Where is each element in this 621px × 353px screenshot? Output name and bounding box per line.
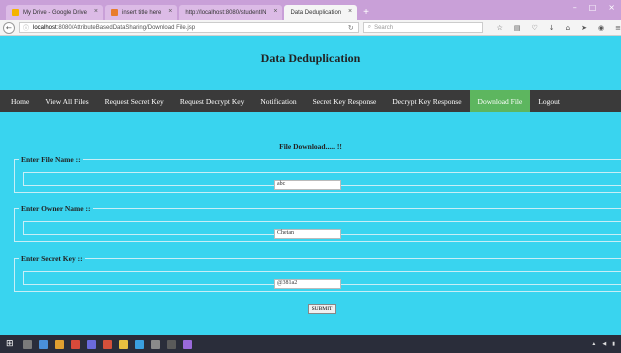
browser-tab[interactable]: insert title here ×	[105, 5, 178, 20]
menu-item-notification[interactable]: Notification	[252, 90, 304, 112]
clock[interactable]: ▮	[612, 341, 615, 347]
close-tab-icon[interactable]: ×	[273, 8, 277, 15]
folder-icon[interactable]	[54, 339, 64, 349]
toolbar-icons: ☆ ▤ ♡ ↓ ⌂ ➤ ◉ ≡	[497, 24, 621, 32]
browser-nav-bar: ← ⓘ localhost :8080/AttributeBasedDataSh…	[0, 20, 621, 36]
menu-item-request-decrypt-key[interactable]: Request Decrypt Key	[172, 90, 253, 112]
menu-item-download-file[interactable]: Download File	[469, 90, 531, 112]
url-path: :8080/AttributeBasedDataSharing/Download…	[56, 24, 196, 31]
window-controls: – □ ×	[573, 3, 615, 12]
pocket-icon[interactable]: ♡	[532, 24, 538, 32]
close-tab-icon[interactable]: ×	[168, 8, 172, 15]
owner-name-fieldset: Enter Owner Name :: Chetan	[14, 204, 621, 242]
volume-icon[interactable]: ◀	[602, 341, 606, 347]
file-name-fieldset: Enter File Name :: abc	[14, 155, 621, 193]
reload-icon[interactable]: ↻	[348, 24, 354, 32]
minimize-icon[interactable]: –	[573, 3, 577, 12]
tab-label: http://localhost:8080/studentIN	[185, 9, 267, 16]
menu-item-decrypt-key-response[interactable]: Decrypt Key Response	[384, 90, 469, 112]
secret-key-legend: Enter Secret Key ::	[21, 254, 83, 263]
close-tab-icon[interactable]: ×	[348, 8, 352, 15]
app-icon[interactable]	[102, 339, 112, 349]
owner-name-input[interactable]: Chetan	[274, 229, 341, 239]
reading-list-icon[interactable]: ▤	[514, 24, 521, 32]
send-icon[interactable]: ➤	[581, 24, 587, 32]
browser-tab-active[interactable]: Data Deduplication ×	[284, 5, 358, 20]
file-name-input[interactable]: abc	[274, 180, 341, 190]
app-icon[interactable]	[150, 339, 160, 349]
submit-button[interactable]: SUBMIT	[308, 304, 336, 314]
main-menu: Home View All Files Request Secret Key R…	[0, 90, 621, 112]
app-icon[interactable]	[182, 339, 192, 349]
browser-tab[interactable]: My Drive - Google Drive ×	[6, 5, 104, 20]
maximize-icon[interactable]: □	[589, 3, 597, 12]
info-icon[interactable]: ⓘ	[23, 23, 29, 32]
page-icon	[111, 9, 119, 16]
app-icon[interactable]	[134, 339, 144, 349]
menu-item-secret-key-response[interactable]: Secret Key Response	[305, 90, 385, 112]
taskbar: ⊞ ▲ ◀ ▮	[0, 335, 621, 353]
new-tab-icon[interactable]: +	[363, 7, 369, 18]
menu-item-logout[interactable]: Logout	[530, 90, 568, 112]
page-content: Data Deduplication Home View All Files R…	[0, 37, 621, 335]
tab-label: My Drive - Google Drive	[23, 9, 88, 16]
tab-label: insert title here	[122, 9, 162, 16]
owner-name-legend: Enter Owner Name ::	[21, 204, 91, 213]
download-icon[interactable]: ↓	[549, 24, 555, 32]
extension-icon[interactable]: ◉	[598, 24, 604, 32]
secret-key-input[interactable]: @381a2	[274, 279, 341, 289]
search-icon: ⌕	[367, 24, 372, 30]
browser-tab[interactable]: http://localhost:8080/studentIN ×	[179, 5, 283, 20]
section-heading: File Download..... !!	[279, 142, 342, 151]
search-input[interactable]: ⌕ Search	[362, 22, 483, 33]
menu-item-view-all-files[interactable]: View All Files	[37, 90, 96, 112]
app-icon[interactable]	[118, 339, 128, 349]
secret-key-fieldset: Enter Secret Key :: @381a2	[14, 254, 621, 292]
search-icon[interactable]	[22, 339, 32, 349]
app-icon[interactable]	[86, 339, 96, 349]
search-placeholder: Search	[374, 24, 394, 31]
system-tray: ▲ ◀ ▮	[591, 341, 615, 347]
menu-item-home[interactable]: Home	[3, 90, 37, 112]
windows-start-icon[interactable]: ⊞	[6, 339, 14, 349]
app-icon[interactable]	[166, 339, 176, 349]
site-title: Data Deduplication	[260, 51, 361, 65]
menu-icon[interactable]: ≡	[615, 24, 621, 32]
back-icon[interactable]: ←	[3, 21, 15, 34]
url-host: localhost	[33, 24, 57, 31]
address-bar[interactable]: ⓘ localhost :8080/AttributeBasedDataShar…	[18, 22, 359, 33]
edge-icon[interactable]	[38, 339, 48, 349]
browser-tab-bar: My Drive - Google Drive × insert title h…	[0, 0, 621, 20]
menu-item-request-secret-key[interactable]: Request Secret Key	[97, 90, 172, 112]
close-window-icon[interactable]: ×	[608, 3, 615, 12]
close-tab-icon[interactable]: ×	[94, 8, 98, 15]
firefox-icon[interactable]	[70, 339, 80, 349]
google-drive-icon	[12, 9, 19, 16]
home-icon[interactable]: ⌂	[566, 24, 570, 32]
bookmark-star-icon[interactable]: ☆	[497, 24, 503, 32]
network-icon[interactable]: ▲	[591, 341, 596, 347]
file-name-legend: Enter File Name ::	[21, 155, 81, 164]
tab-label: Data Deduplication	[290, 9, 342, 16]
